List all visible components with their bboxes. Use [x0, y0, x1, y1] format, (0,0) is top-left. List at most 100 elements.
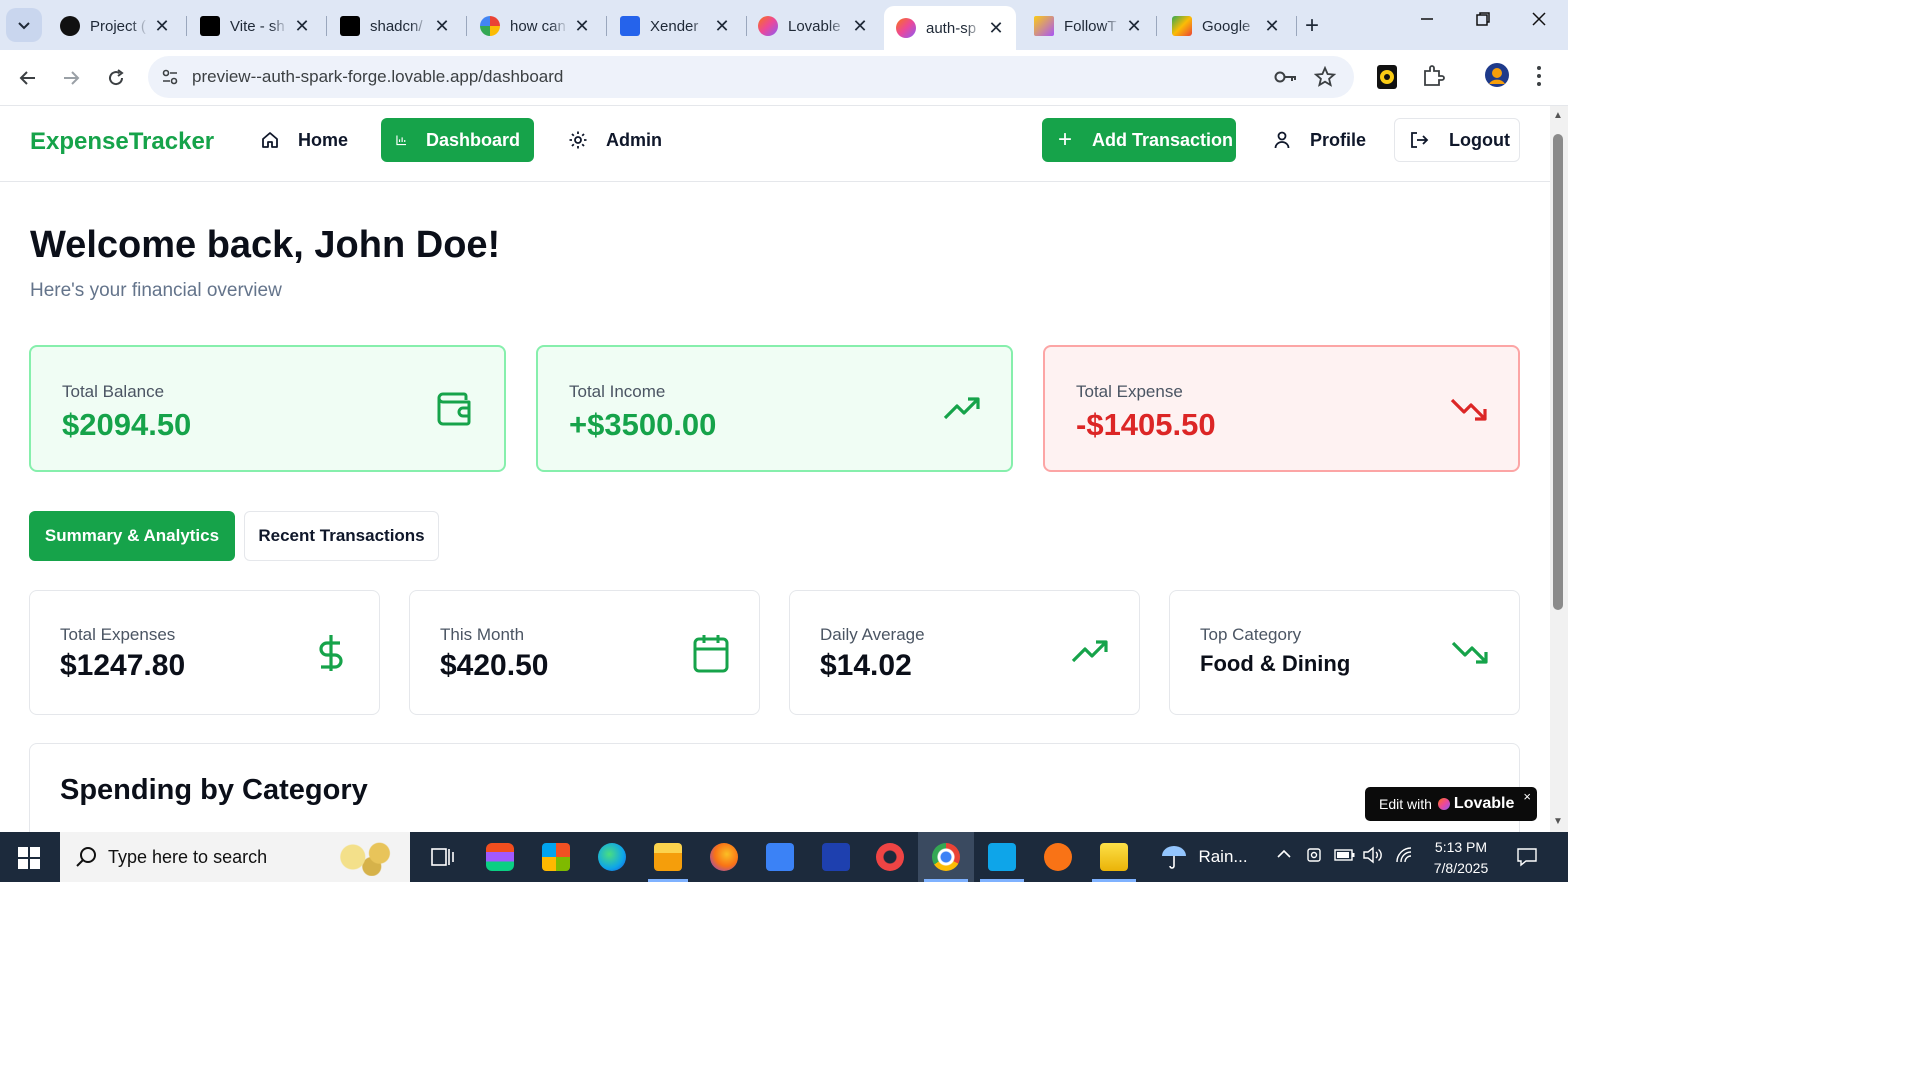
notes-app-icon[interactable] [1100, 843, 1128, 871]
address-bar[interactable]: preview--auth-spark-forge.lovable.app/da… [148, 56, 1354, 98]
browser-tab[interactable]: Vite - sh ✕ [188, 8, 322, 44]
lovable-favicon-icon [896, 18, 916, 38]
browser-tab[interactable]: FollowT ✕ [1022, 8, 1154, 44]
logout-button[interactable]: Logout [1394, 118, 1520, 162]
tab-close-icon[interactable]: ✕ [294, 16, 310, 37]
metric-label: This Month [440, 625, 525, 644]
scrollbar-thumb[interactable] [1553, 134, 1563, 610]
tray-chevron-icon[interactable] [1276, 846, 1292, 867]
browser-tab[interactable]: Xender ✕ [608, 8, 742, 44]
close-window-button[interactable] [1530, 10, 1548, 34]
tab-separator [1296, 16, 1297, 36]
restore-icon [1476, 12, 1490, 26]
tab-search-button[interactable] [6, 8, 42, 42]
figma-app-icon[interactable] [486, 843, 514, 871]
taskbar-search[interactable]: Type here to search [60, 832, 410, 882]
tab-close-icon[interactable]: ✕ [852, 16, 868, 37]
profile-avatar[interactable] [1484, 62, 1510, 93]
bookmark-star-icon[interactable] [1313, 65, 1337, 93]
brand-logo[interactable]: ExpenseTracker [30, 128, 214, 156]
reload-button[interactable] [102, 64, 130, 92]
stat-card-income: Total Income +$3500.00 [536, 345, 1013, 472]
browser-tab[interactable]: Google ✕ [1160, 8, 1292, 44]
meet-now-icon[interactable] [1306, 846, 1324, 869]
start-button[interactable] [18, 847, 40, 874]
nav-admin[interactable]: Admin [554, 118, 676, 162]
restore-button[interactable] [1474, 10, 1492, 34]
edge-browser-icon[interactable] [598, 843, 626, 871]
volume-icon[interactable] [1362, 846, 1384, 869]
system-clock[interactable]: 5:13 PM 7/8/2025 [1426, 837, 1496, 879]
tab-close-icon[interactable]: ✕ [574, 16, 590, 37]
tab-favicon-icon [60, 16, 80, 36]
notifications-icon[interactable] [1516, 846, 1538, 873]
tab-close-icon[interactable]: ✕ [1264, 16, 1280, 37]
browser-tab[interactable]: Lovable ✕ [746, 8, 880, 44]
tab-close-icon[interactable]: ✕ [988, 18, 1004, 39]
metric-label: Total Expenses [60, 625, 176, 644]
tab-summary-analytics[interactable]: Summary & Analytics [29, 511, 235, 561]
badge-close-icon[interactable]: × [1523, 789, 1531, 804]
forward-button[interactable] [57, 64, 85, 92]
new-tab-button[interactable]: + [1305, 12, 1319, 40]
windows-logo-icon [18, 847, 40, 869]
trending-down-icon [1451, 633, 1489, 676]
metric-card-total-expenses: Total Expenses $1247.80 [29, 590, 380, 715]
search-icon [76, 846, 98, 873]
page-title: Welcome back, John Doe! [30, 224, 501, 266]
mail-icon[interactable] [766, 843, 794, 871]
arrow-left-icon [19, 71, 35, 85]
vscode-icon[interactable] [988, 843, 1016, 871]
browser-tab[interactable]: shadcn/ ✕ [328, 8, 462, 44]
tab-separator [326, 16, 327, 36]
file-explorer-icon[interactable] [654, 843, 682, 871]
opera-browser-icon[interactable] [876, 843, 904, 871]
browser-tab[interactable]: how can ✕ [468, 8, 602, 44]
metric-card-this-month: This Month $420.50 [409, 590, 760, 715]
tab-close-icon[interactable]: ✕ [1126, 16, 1142, 37]
page-viewport: ExpenseTracker Home Dashboard Admin + Ad… [0, 106, 1550, 832]
tab-favicon-icon [620, 16, 640, 36]
back-button[interactable] [14, 64, 42, 92]
page-scrollbar[interactable]: ▲ ▼ [1550, 106, 1568, 832]
scroll-up-icon[interactable]: ▲ [1553, 110, 1563, 121]
metric-card-top-category: Top Category Food & Dining [1169, 590, 1520, 715]
site-info-icon[interactable] [160, 67, 180, 92]
tab-recent-transactions[interactable]: Recent Transactions [244, 511, 439, 561]
profile-label: Profile [1310, 129, 1367, 150]
scroll-down-icon[interactable]: ▼ [1553, 816, 1563, 827]
arrow-right-icon [64, 71, 80, 85]
tab-close-icon[interactable]: ✕ [154, 16, 170, 37]
browser-menu-icon[interactable] [1534, 64, 1544, 93]
extensions-puzzle-icon[interactable] [1421, 64, 1445, 93]
chevron-down-icon [18, 22, 30, 30]
tab-close-icon[interactable]: ✕ [434, 16, 450, 37]
badge-brand: Lovable [1453, 795, 1515, 812]
plus-icon: + [1058, 126, 1073, 153]
nav-dashboard[interactable]: Dashboard [381, 118, 534, 162]
extension-icon[interactable] [1376, 64, 1398, 95]
profile-button[interactable]: Profile [1258, 118, 1380, 162]
app-navbar: ExpenseTracker Home Dashboard Admin + Ad… [0, 106, 1550, 182]
postman-icon[interactable] [1044, 843, 1072, 871]
browser-tab-active[interactable]: auth-sp ✕ [884, 6, 1016, 50]
chrome-browser-icon[interactable] [932, 843, 960, 871]
running-indicator [1092, 879, 1136, 882]
wifi-icon[interactable] [1394, 846, 1416, 869]
stat-value: +$3500.00 [569, 407, 717, 442]
home-icon [262, 132, 278, 148]
screen-recorder-icon[interactable] [822, 843, 850, 871]
password-key-icon[interactable] [1274, 66, 1298, 93]
task-view-icon[interactable] [428, 843, 456, 871]
edit-with-lovable-badge[interactable]: Edit with Lovable × [1365, 787, 1537, 821]
browser-tab[interactable]: Project ( ✕ [48, 8, 182, 44]
tab-label: Xender [650, 17, 699, 35]
battery-icon[interactable] [1334, 846, 1356, 869]
add-transaction-button[interactable]: + Add Transaction [1042, 118, 1236, 162]
minimize-button[interactable] [1418, 10, 1436, 34]
firefox-icon[interactable] [710, 843, 738, 871]
microsoft-store-icon[interactable] [542, 843, 570, 871]
tab-close-icon[interactable]: ✕ [714, 16, 730, 37]
weather-widget[interactable]: Rain... [1160, 844, 1248, 870]
nav-home[interactable]: Home [246, 118, 362, 162]
